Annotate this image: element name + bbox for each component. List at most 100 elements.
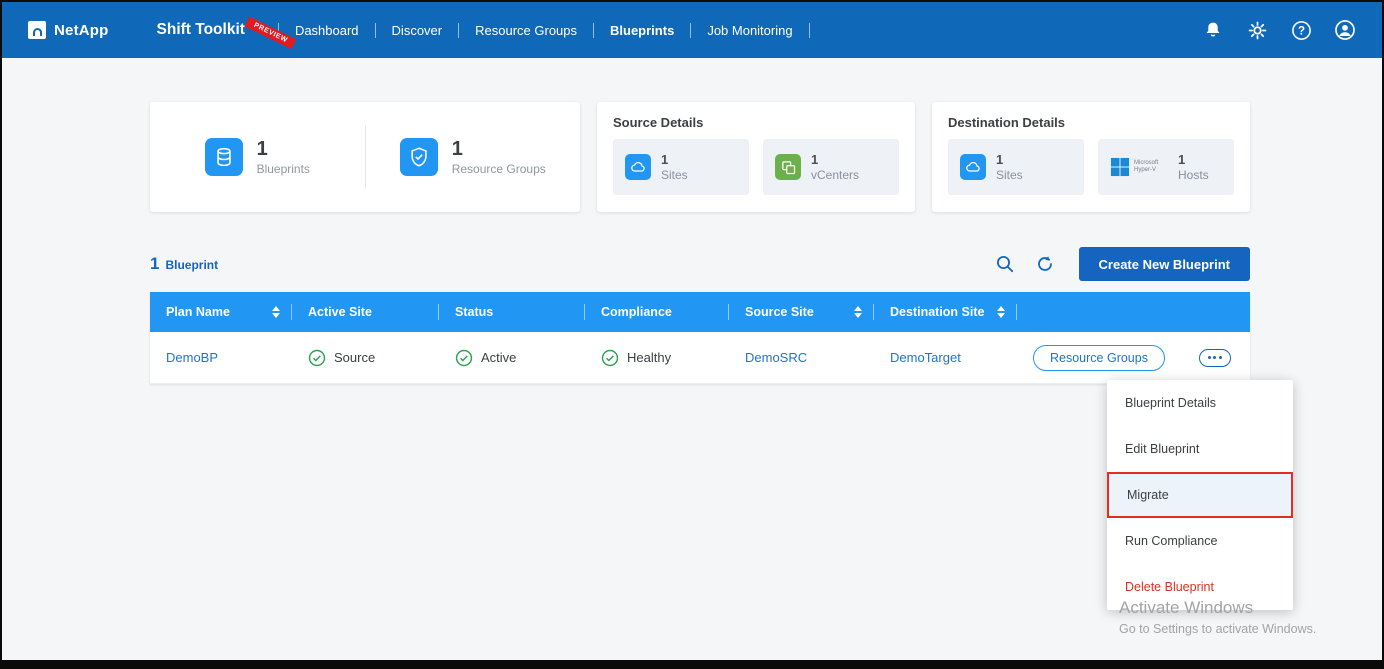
destination-sites-label: Sites [996, 168, 1023, 182]
search-icon[interactable] [993, 252, 1017, 276]
source-sites-count: 1 [661, 152, 688, 167]
ellipsis-icon[interactable] [1199, 349, 1231, 367]
source-tiles: 1 Sites 1 vCenters [597, 139, 915, 195]
source-vcenters-tile: 1 vCenters [763, 139, 899, 195]
column-label: Active Site [308, 305, 372, 319]
netapp-logo: NetApp [28, 21, 109, 39]
resource-groups-stat: 1 Resource Groups [366, 138, 581, 176]
top-navbar: NetApp Shift Toolkit PREVIEW Dashboard D… [2, 2, 1382, 58]
plan-name-link[interactable]: DemoBP [166, 350, 218, 365]
cloud-icon [625, 154, 651, 180]
source-vcenters-count: 1 [811, 152, 859, 167]
bell-icon[interactable] [1202, 19, 1224, 41]
nav-item-job-monitoring[interactable]: Job Monitoring [694, 17, 805, 44]
column-label: Source Site [745, 305, 814, 319]
nav-item-discover[interactable]: Discover [379, 17, 456, 44]
blueprint-count-number: 1 [150, 254, 159, 274]
source-site-link[interactable]: DemoSRC [745, 350, 807, 365]
column-header-destination-site[interactable]: Destination Site [874, 292, 1017, 332]
svg-text:?: ? [1297, 25, 1304, 37]
watermark-line1: Activate Windows [1119, 598, 1316, 618]
cell-destination-site: DemoTarget [874, 332, 1017, 383]
netapp-logo-icon [28, 21, 46, 39]
navbar-actions: ? [1202, 19, 1356, 41]
nav-item-resource-groups[interactable]: Resource Groups [462, 17, 590, 44]
refresh-icon[interactable] [1033, 252, 1057, 276]
column-label: Compliance [601, 305, 672, 319]
blueprint-toolbar: 1 Blueprint Create New Blueprint [150, 246, 1250, 282]
resource-groups-stat-text: 1 Resource Groups [452, 138, 546, 176]
menu-item-run-compliance[interactable]: Run Compliance [1107, 518, 1293, 564]
cell-compliance: Healthy [585, 332, 729, 383]
blueprint-count: 1 Blueprint [150, 254, 218, 274]
cell-source-site: DemoSRC [729, 332, 874, 383]
blueprints-count: 1 [257, 138, 310, 160]
windows-activation-watermark: Activate Windows Go to Settings to activ… [1119, 598, 1316, 636]
column-label: Plan Name [166, 305, 230, 319]
compliance-value: Healthy [627, 350, 671, 365]
column-header-actions [1017, 292, 1250, 332]
column-label: Status [455, 305, 493, 319]
source-sites-tile: 1 Sites [613, 139, 749, 195]
nav-divider [375, 23, 376, 38]
menu-item-edit-blueprint[interactable]: Edit Blueprint [1107, 426, 1293, 472]
blueprints-stat: 1 Blueprints [150, 138, 365, 176]
destination-details-title: Destination Details [932, 102, 1250, 139]
column-header-compliance: Compliance [585, 292, 729, 332]
column-header-source-site[interactable]: Source Site [729, 292, 874, 332]
destination-hosts-count: 1 [1178, 152, 1209, 167]
source-details-title: Source Details [597, 102, 915, 139]
database-icon [205, 138, 243, 176]
destination-sites-count: 1 [996, 152, 1023, 167]
main-nav: Dashboard Discover Resource Groups Bluep… [275, 17, 813, 44]
cell-actions: Resource Groups [1017, 332, 1250, 383]
blueprints-label: Blueprints [257, 162, 310, 176]
cloud-icon [960, 154, 986, 180]
column-label: Destination Site [890, 305, 984, 319]
summary-card: 1 Blueprints 1 Resource Groups [150, 102, 580, 212]
check-circle-icon [308, 349, 326, 367]
app-window: NetApp Shift Toolkit PREVIEW Dashboard D… [0, 0, 1384, 669]
destination-sites-tile: 1 Sites [948, 139, 1084, 195]
menu-item-migrate[interactable]: Migrate [1107, 472, 1293, 518]
sort-icon [272, 306, 280, 318]
vcenter-icon [775, 154, 801, 180]
check-circle-icon [455, 349, 473, 367]
destination-site-link[interactable]: DemoTarget [890, 350, 961, 365]
cell-active-site: Source [292, 332, 439, 383]
watermark-line2: Go to Settings to activate Windows. [1119, 622, 1316, 636]
app-title: Shift Toolkit [157, 21, 245, 38]
nav-divider [690, 23, 691, 38]
nav-item-blueprints[interactable]: Blueprints [597, 17, 687, 44]
resource-groups-button[interactable]: Resource Groups [1033, 345, 1165, 371]
check-circle-icon [601, 349, 619, 367]
sort-icon [854, 306, 862, 318]
hyperv-icon: Microsoft Hyper-V [1110, 157, 1168, 177]
active-site-value: Source [334, 350, 375, 365]
source-vcenters-label: vCenters [811, 168, 859, 182]
row-actions-menu: Blueprint Details Edit Blueprint Migrate… [1107, 380, 1293, 610]
column-header-status: Status [439, 292, 585, 332]
source-details-card: Source Details 1 Sites 1 vCenters [597, 102, 915, 212]
blueprint-count-label: Blueprint [165, 258, 218, 272]
shield-check-icon [400, 138, 438, 176]
cell-plan-name: DemoBP [150, 332, 292, 383]
table-header-row: Plan Name Active Site Status Compliance … [150, 292, 1250, 332]
hyperv-caption: Microsoft Hyper-V [1134, 160, 1168, 174]
sort-icon [997, 306, 1005, 318]
help-icon[interactable]: ? [1290, 19, 1312, 41]
blueprints-stat-text: 1 Blueprints [257, 138, 310, 176]
status-value: Active [481, 350, 516, 365]
cell-status: Active [439, 332, 585, 383]
brand-name: NetApp [54, 22, 109, 39]
source-sites-label: Sites [661, 168, 688, 182]
column-header-plan-name[interactable]: Plan Name [150, 292, 292, 332]
app-title-wrap: Shift Toolkit PREVIEW [157, 21, 245, 39]
menu-item-blueprint-details[interactable]: Blueprint Details [1107, 380, 1293, 426]
create-new-blueprint-button[interactable]: Create New Blueprint [1079, 247, 1250, 281]
destination-details-card: Destination Details 1 Sites Microsoft Hy… [932, 102, 1250, 212]
destination-tiles: 1 Sites Microsoft Hyper-V 1 Hosts [932, 139, 1250, 195]
gear-icon[interactable] [1246, 19, 1268, 41]
destination-hosts-tile: Microsoft Hyper-V 1 Hosts [1098, 139, 1234, 195]
account-icon[interactable] [1334, 19, 1356, 41]
